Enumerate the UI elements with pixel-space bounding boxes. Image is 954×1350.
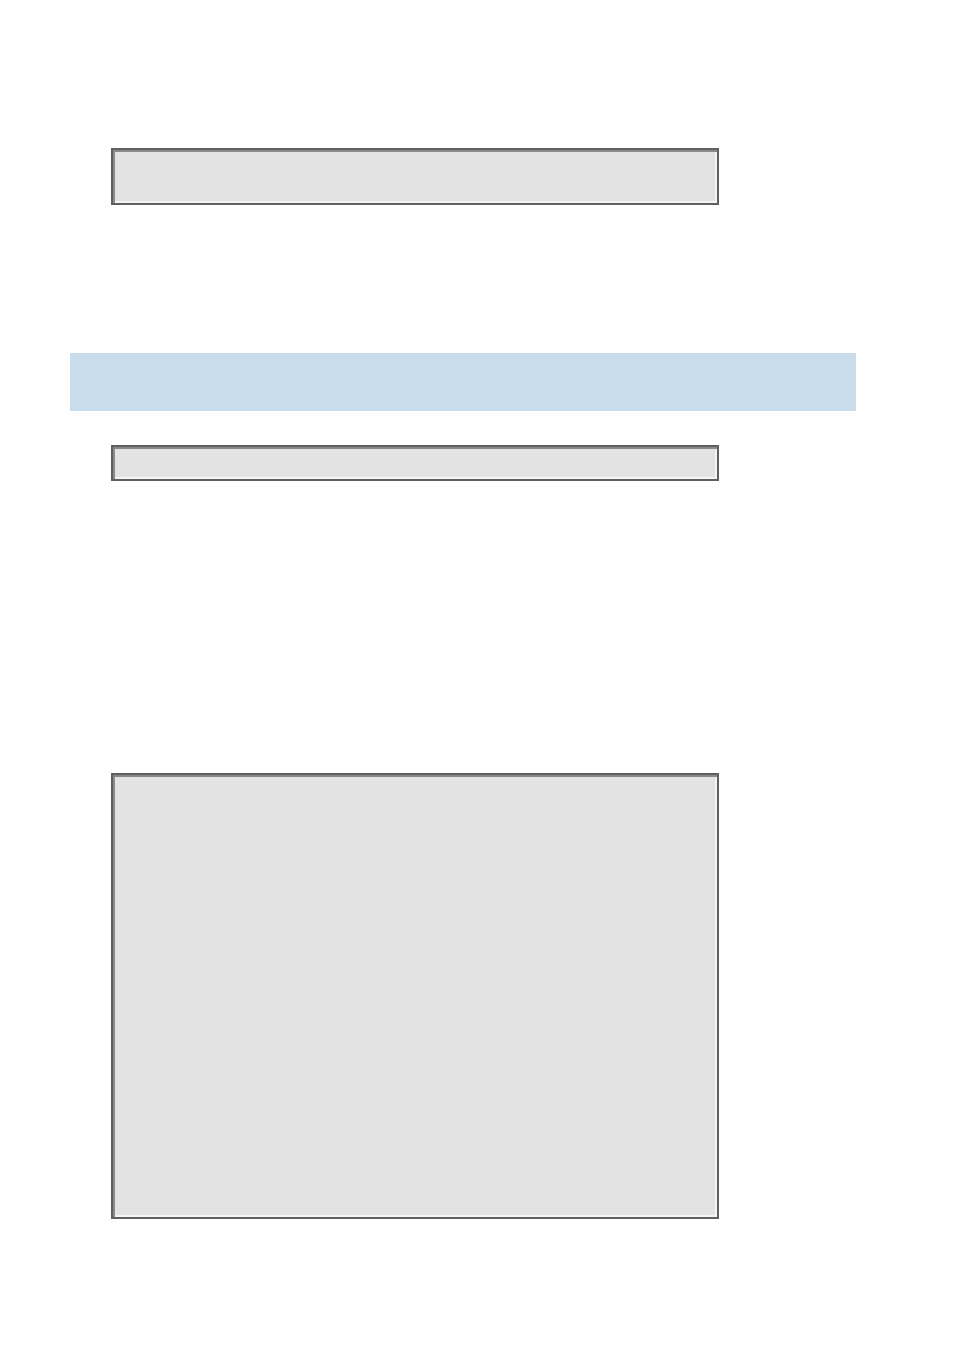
input-box-2[interactable] xyxy=(111,445,719,481)
highlight-bar xyxy=(70,353,856,411)
document-page xyxy=(0,0,954,1350)
input-box-1[interactable] xyxy=(111,148,719,205)
input-box-3[interactable] xyxy=(111,773,719,1219)
